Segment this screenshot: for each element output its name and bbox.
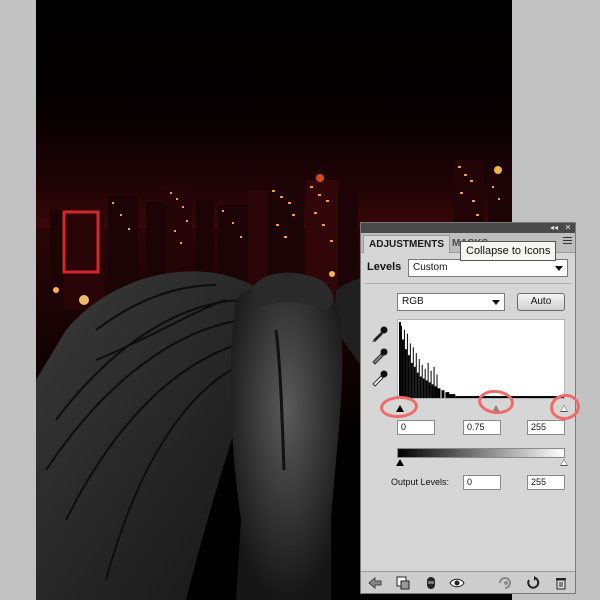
eyedropper-black-icon[interactable]	[369, 323, 391, 343]
eye-icon[interactable]	[449, 575, 465, 591]
input-black-field[interactable]: 0	[397, 420, 435, 435]
auto-button[interactable]: Auto	[517, 293, 565, 311]
visibility-icon[interactable]	[423, 575, 439, 591]
channel-dropdown[interactable]: RGB	[397, 293, 505, 311]
adjustment-label: Levels	[367, 261, 402, 273]
output-white-slider-fill	[561, 460, 567, 465]
close-icon[interactable]: ✕	[563, 223, 573, 233]
collapse-icon[interactable]: ◂◂	[549, 223, 559, 233]
panel-titlebar[interactable]: ◂◂ ✕	[361, 223, 575, 233]
clip-layer-icon[interactable]	[395, 575, 411, 591]
trash-icon[interactable]	[553, 575, 569, 591]
levels-histogram	[397, 319, 565, 399]
output-levels-label: Output Levels:	[391, 477, 450, 487]
eyedropper-white-icon[interactable]	[369, 367, 391, 387]
chevron-down-icon	[555, 266, 563, 271]
previous-state-icon[interactable]	[497, 575, 513, 591]
tab-adjustments[interactable]: ADJUSTMENTS	[363, 235, 451, 253]
collapse-tooltip: Collapse to Icons	[460, 241, 557, 261]
reset-icon[interactable]	[525, 575, 541, 591]
divider	[365, 283, 571, 284]
input-gamma-field[interactable]: 0.75	[463, 420, 501, 435]
chevron-down-icon	[492, 300, 500, 305]
levels-header: Levels Custom	[367, 258, 571, 278]
eyedropper-gray-icon[interactable]	[369, 345, 391, 365]
panel-footer	[361, 571, 575, 593]
channel-value: RGB	[402, 296, 424, 307]
output-gradient-bar	[397, 448, 565, 458]
back-arrow-icon[interactable]	[367, 575, 383, 591]
input-white-field[interactable]: 255	[527, 420, 565, 435]
output-black-slider[interactable]	[396, 459, 404, 466]
preset-dropdown[interactable]: Custom	[408, 259, 568, 277]
output-black-field[interactable]: 0	[463, 475, 501, 490]
output-white-field[interactable]: 255	[527, 475, 565, 490]
preset-value: Custom	[413, 262, 448, 273]
panel-menu-icon[interactable]	[563, 237, 572, 247]
